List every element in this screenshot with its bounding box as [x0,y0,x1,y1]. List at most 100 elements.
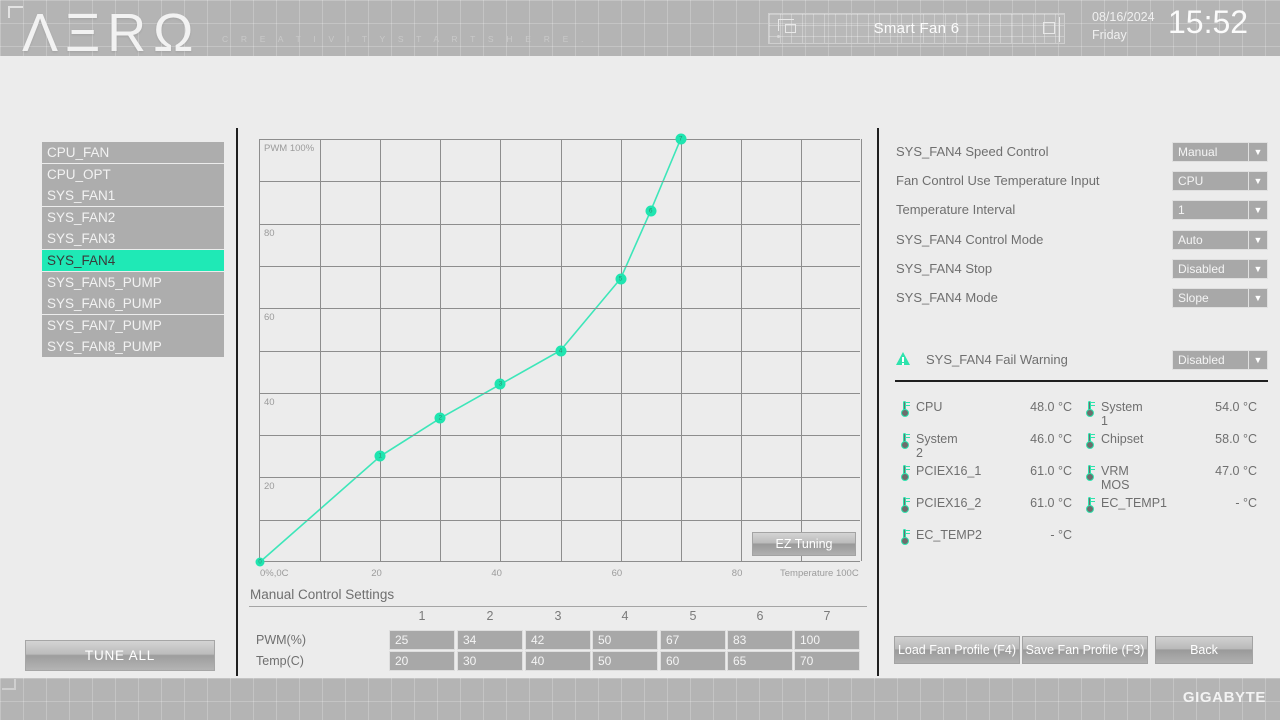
thermometer-small-icon [900,433,910,449]
x-axis-tick-label: 20 [371,568,382,579]
setting-dropdown[interactable]: Auto ▼ [1172,230,1268,250]
y-axis-tick-label: PWM 100% [264,143,315,154]
manual-control-cell-tempc-7[interactable]: 70 [794,651,860,671]
fail-warning-value: Disabled [1178,353,1225,367]
curve-point-2[interactable]: 2 [434,412,446,424]
tune-all-button[interactable]: TUNE ALL [25,640,215,671]
manual-control-cell-tempc-6[interactable]: 65 [727,651,793,671]
setting-dropdown[interactable]: CPU ▼ [1172,171,1268,191]
back-button[interactable]: Back [1155,636,1253,664]
setting-value: 1 [1178,203,1185,217]
temperature-sensor-value: 48.0 °C [1030,400,1072,414]
gridline-horizontal [260,181,860,183]
fail-warning-dropdown[interactable]: Disabled ▼ [1172,350,1268,370]
left-divider [236,128,238,676]
setting-dropdown[interactable]: Slope ▼ [1172,288,1268,308]
temperature-sensor-name: VRM MOS [1101,464,1130,492]
setting-dropdown[interactable]: Disabled ▼ [1172,259,1268,279]
chevron-down-icon: ▼ [1248,351,1267,369]
gridline-horizontal [260,392,860,394]
fan-list-item-cpu_opt[interactable]: CPU_OPT [42,163,224,185]
manual-control-cell-tempc-5[interactable]: 60 [660,651,726,671]
ez-tuning-button[interactable]: EZ Tuning [752,532,856,556]
setting-value: Slope [1178,291,1209,305]
setting-dropdown[interactable]: 1 ▼ [1172,200,1268,220]
app-header: ΛΞRΩ C R E A T I V I T Y S T A R T S H E… [0,0,1280,56]
header-time: 15:52 [1168,4,1249,40]
footer-corner-decoration [2,679,16,690]
thermometer-small-icon [900,497,910,513]
gridline-vertical [861,139,862,561]
fan-list-item-sys_fan6_pump[interactable]: SYS_FAN6_PUMP [42,293,224,315]
gridline-horizontal [260,477,860,479]
fan-curve-plot-area[interactable]: PWM 100% 80 60 40 20 0 1 2 3 4 5 6 7 [255,133,862,567]
fail-warning-label: SYS_FAN4 Fail Warning [926,352,1068,367]
fan-list-item-label: SYS_FAN8_PUMP [47,339,162,355]
manual-control-cell-tempc-2[interactable]: 30 [457,651,523,671]
save-fan-profile-f3-button[interactable]: Save Fan Profile (F3) [1022,636,1148,664]
fan-list-item-sys_fan1[interactable]: SYS_FAN1 [42,185,224,207]
temperature-sensor-value: 61.0 °C [1030,496,1072,510]
temperature-sensor-value: - °C [1050,528,1072,542]
fan-list-item-cpu_fan[interactable]: CPU_FAN [42,142,224,163]
fan-list-item-sys_fan7_pump[interactable]: SYS_FAN7_PUMP [42,314,224,336]
curve-point-4[interactable]: 4 [555,345,566,356]
manual-control-cell-tempc-4[interactable]: 50 [592,651,658,671]
smart-fan-screen: ΛΞRΩ C R E A T I V I T Y S T A R T S H E… [0,0,1280,720]
curve-point-3[interactable]: 3 [494,378,506,390]
chevron-down-icon: ▼ [1248,231,1267,249]
page-title: Smart Fan 6 [873,20,960,37]
manual-control-cell-pwm-3[interactable]: 42 [525,630,591,650]
fan-list-item-label: SYS_FAN1 [47,188,116,204]
manual-control-cell-pwm-7[interactable]: 100 [794,630,860,650]
y-axis-tick-label: 80 [264,227,275,239]
fan-list-item-sys_fan8_pump[interactable]: SYS_FAN8_PUMP [42,336,224,358]
curve-point-0[interactable]: 0 [255,557,265,567]
manual-control-cell-pwm-1[interactable]: 25 [389,630,455,650]
fan-list-item-sys_fan3[interactable]: SYS_FAN3 [42,228,224,250]
temperature-sensor-value: 46.0 °C [1030,432,1072,446]
manual-control-column-header: 6 [756,609,764,623]
setting-dropdown[interactable]: Manual ▼ [1172,142,1268,162]
fan-list-item-sys_fan4[interactable]: SYS_FAN4 [42,249,224,271]
thermometer-small-icon [900,529,910,545]
fan-list-item-sys_fan5_pump[interactable]: SYS_FAN5_PUMP [42,271,224,293]
x-axis-tick-label: 0%,0C [260,568,289,579]
chevron-down-icon: ▼ [1248,143,1267,161]
header-corner-decoration [8,6,23,18]
thermometer-small-icon [1085,433,1095,449]
manual-control-cell-pwm-5[interactable]: 67 [660,630,726,650]
temperature-sensor-name: CPU [916,400,943,414]
setting-label: Temperature Interval [896,202,1016,217]
app-footer: GIGABYTE [0,678,1280,720]
curve-point-7[interactable]: 7 [675,133,687,145]
setting-label: Fan Control Use Temperature Input [896,173,1100,188]
page-title-plate: Smart Fan 6 [768,13,1065,44]
gridline-horizontal [260,223,860,225]
thermometer-small-icon [900,401,910,417]
manual-control-column-header: 4 [621,609,629,623]
gridline-horizontal [260,308,860,310]
gigabyte-brand: GIGABYTE [1182,689,1266,706]
thermometer-small-icon [1085,465,1095,481]
gridline-horizontal [260,435,860,437]
chevron-down-icon: ▼ [1248,260,1267,278]
gridline-horizontal [260,139,860,140]
manual-control-cell-tempc-1[interactable]: 20 [389,651,455,671]
manual-control-cell-pwm-6[interactable]: 83 [727,630,793,650]
aero-tagline: C R E A T I V I T Y S T A R T S H E R E … [222,34,589,44]
load-fan-profile-f4-button[interactable]: Load Fan Profile (F4) [894,636,1020,664]
manual-control-cell-tempc-3[interactable]: 40 [525,651,591,671]
curve-point-6[interactable]: 6 [645,205,657,217]
setting-row: SYS_FAN4 Stop Disabled ▼ [896,259,1268,281]
fan-list-item-sys_fan2[interactable]: SYS_FAN2 [42,206,224,228]
manual-control-cell-pwm-4[interactable]: 50 [592,630,658,650]
y-axis-tick-label: 20 [264,481,275,493]
fan-list-item-label: SYS_FAN2 [47,209,116,225]
temperature-sensor-name: PCIEX16_1 [916,464,982,478]
temperature-sensor-name: PCIEX16_2 [916,496,982,510]
curve-point-1[interactable]: 1 [374,450,386,462]
curve-point-5[interactable]: 5 [615,273,627,285]
manual-control-cell-pwm-2[interactable]: 34 [457,630,523,650]
setting-row: Fan Control Use Temperature Input CPU ▼ [896,171,1268,193]
